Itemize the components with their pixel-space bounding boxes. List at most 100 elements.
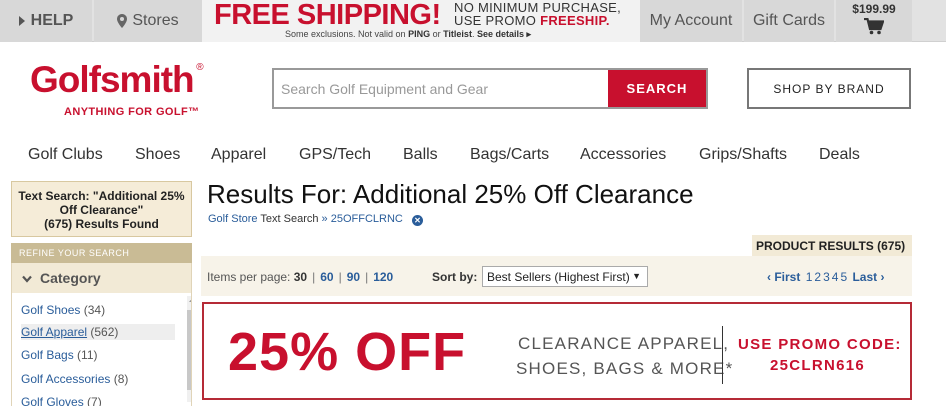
- items-per-page: Items per page: 30 | 60 | 90 | 120: [207, 270, 393, 284]
- category-item-golf-gloves[interactable]: Golf Gloves (7): [21, 395, 102, 406]
- banner-line-2: SHOES, BAGS & MORE*: [516, 359, 734, 378]
- exclusion-brand-titleist: Titleist: [443, 29, 472, 39]
- category-label: Golf Apparel: [21, 325, 88, 339]
- banner-line-1: CLEARANCE APPAREL,: [518, 334, 730, 353]
- page-1[interactable]: 1: [806, 270, 813, 284]
- category-scrollbar[interactable]: [187, 296, 191, 402]
- chevron-down-icon: [22, 274, 32, 286]
- results-toolbar: Items per page: 30 | 60 | 90 | 120 Sort by: Be…: [201, 256, 912, 296]
- shop-by-brand-button[interactable]: SHOP BY BRAND: [747, 68, 911, 109]
- promo-code: FREESHIP.: [540, 13, 610, 28]
- gift-cards-link[interactable]: Gift Cards: [744, 0, 834, 42]
- page-4[interactable]: 4: [832, 270, 839, 284]
- category-count: (7): [87, 395, 102, 406]
- cart-button[interactable]: $199.99: [836, 0, 912, 42]
- tab-product-results[interactable]: PRODUCT RESULTS (675): [752, 235, 912, 256]
- nav-grips-shafts[interactable]: Grips/Shafts: [699, 146, 787, 164]
- sort-select-value: Best Sellers (Highest First): [487, 270, 630, 284]
- nav-accessories[interactable]: Accessories: [580, 146, 666, 164]
- search-bar: SEARCH: [272, 68, 708, 109]
- map-pin-icon: [117, 14, 128, 28]
- page-5[interactable]: 5: [840, 270, 847, 284]
- caret-right-icon: [18, 16, 25, 26]
- dropdown-arrow-icon: ▼: [632, 271, 641, 281]
- see-details-link[interactable]: See details ▸: [477, 29, 531, 39]
- help-label: HELP: [30, 12, 74, 29]
- items-per-page-120[interactable]: 120: [373, 270, 393, 284]
- nav-balls[interactable]: Balls: [403, 146, 438, 164]
- separator: |: [365, 270, 369, 284]
- category-item-golf-shoes[interactable]: Golf Shoes (34): [21, 303, 105, 317]
- page-3[interactable]: 3: [823, 270, 830, 284]
- main-nav: Golf Clubs Shoes Apparel GPS/Tech Balls …: [0, 140, 946, 170]
- free-shipping-promo[interactable]: FREE SHIPPING! NO MINIMUM PURCHASE, USE …: [202, 0, 640, 42]
- refine-search-header: REFINE YOUR SEARCH: [11, 243, 192, 263]
- banner-promo-label: USE PROMO CODE:: [738, 336, 902, 353]
- logo-wordmark: Golfsmith: [30, 59, 195, 100]
- page-title: Results For: Additional 25% Off Clearanc…: [207, 179, 694, 209]
- items-per-page-label: Items per page:: [207, 270, 291, 284]
- category-label: Golf Shoes: [21, 303, 81, 317]
- clearance-promo-banner[interactable]: 25% OFF CLEARANCE APPAREL, SHOES, BAGS &…: [202, 302, 912, 400]
- separator: |: [338, 270, 342, 284]
- nav-shoes[interactable]: Shoes: [135, 146, 180, 164]
- pager-last[interactable]: Last ›: [852, 270, 884, 284]
- shopping-cart-icon: [864, 17, 885, 40]
- search-button[interactable]: SEARCH: [608, 70, 706, 107]
- category-count: (11): [77, 348, 98, 362]
- nav-apparel[interactable]: Apparel: [211, 146, 266, 164]
- category-item-golf-apparel[interactable]: Golf Apparel (562): [21, 324, 175, 340]
- utility-bar: HELP Stores FREE SHIPPING! NO MINIMUM PU…: [0, 0, 946, 42]
- cart-total: $199.99: [852, 2, 896, 16]
- category-count: (34): [83, 303, 106, 317]
- promo-line-2-prefix: USE PROMO: [454, 13, 541, 28]
- text-search-line-2: Off Clearance": [59, 203, 144, 217]
- banner-promo-code: 25CLRN616: [770, 357, 866, 374]
- scroll-up-arrow-icon[interactable]: [189, 296, 191, 302]
- stores-link[interactable]: Stores: [94, 0, 202, 42]
- items-per-page-60[interactable]: 60: [320, 270, 333, 284]
- category-item-golf-accessories[interactable]: Golf Accessories (8): [21, 372, 128, 386]
- breadcrumb-separator: »: [321, 213, 328, 225]
- help-link[interactable]: HELP: [0, 0, 92, 42]
- nav-gps-tech[interactable]: GPS/Tech: [299, 146, 371, 164]
- logo-tagline: ANYTHING FOR GOLF™: [64, 106, 200, 118]
- breadcrumb-golf-store[interactable]: Golf Store: [208, 213, 258, 225]
- category-label: Golf Bags: [21, 348, 74, 362]
- nav-golf-clubs[interactable]: Golf Clubs: [28, 146, 103, 164]
- nav-bags-carts[interactable]: Bags/Carts: [470, 146, 549, 164]
- page-2[interactable]: 2: [814, 270, 821, 284]
- items-per-page-current: 30: [293, 270, 308, 284]
- category-count: (8): [113, 372, 129, 386]
- text-search-line-1: Text Search: "Additional 25%: [18, 189, 185, 203]
- banner-divider: [722, 326, 723, 384]
- category-count: (562): [90, 325, 119, 339]
- banner-discount: 25% OFF: [228, 322, 467, 382]
- category-item-golf-bags[interactable]: Golf Bags (11): [21, 348, 98, 362]
- golfsmith-logo[interactable]: Golfsmith ® ANYTHING FOR GOLF™: [30, 59, 204, 118]
- my-account-link[interactable]: My Account: [640, 0, 742, 42]
- nav-deals[interactable]: Deals: [819, 146, 860, 164]
- separator: |: [312, 270, 316, 284]
- items-per-page-90[interactable]: 90: [347, 270, 360, 284]
- pagination: ‹ First 12345 Last ›: [767, 270, 886, 284]
- text-search-summary: Text Search: "Additional 25% Off Clearan…: [11, 181, 192, 237]
- sort-select[interactable]: Best Sellers (Highest First) ▼: [482, 266, 648, 287]
- logo-registered-mark: ®: [196, 62, 204, 73]
- exclusion-brand-ping: PING: [408, 29, 431, 39]
- category-facet-label: Category: [40, 270, 101, 286]
- breadcrumb-search-term: 25OFFCLRNC: [330, 213, 403, 225]
- scrollbar-thumb[interactable]: [187, 310, 191, 390]
- category-facet-toggle[interactable]: Category: [11, 263, 192, 293]
- sort-by-label: Sort by:: [432, 270, 478, 284]
- remove-search-icon[interactable]: ✕: [411, 215, 423, 226]
- pager-first[interactable]: ‹ First: [767, 270, 800, 284]
- promo-exclusions: Some exclusions. Not valid on PING or Ti…: [285, 28, 531, 40]
- search-input[interactable]: [274, 70, 606, 107]
- promo-line-2: USE PROMO FREESHIP.: [454, 14, 610, 28]
- breadcrumb: Golf Store Text Search » 25OFFCLRNC ✕: [208, 213, 423, 226]
- breadcrumb-text-search: Text Search: [260, 213, 319, 225]
- text-search-line-3: (675) Results Found: [44, 217, 159, 231]
- category-label: Golf Gloves: [21, 395, 84, 406]
- category-facet-list: Golf Shoes (34) Golf Apparel (562) Golf …: [11, 293, 192, 406]
